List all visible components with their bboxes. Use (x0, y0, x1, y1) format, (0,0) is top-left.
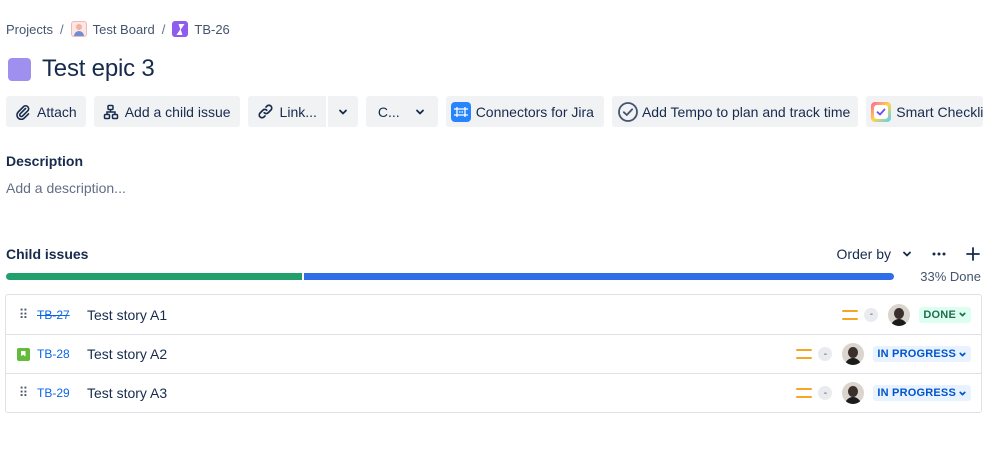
add-child-button[interactable] (965, 246, 981, 262)
breadcrumb-issue[interactable]: TB-26 (172, 21, 230, 37)
assignee-avatar[interactable] (842, 343, 865, 365)
link-button[interactable]: Link... (247, 96, 326, 127)
breadcrumb-projects[interactable]: Projects (6, 22, 53, 37)
title-row: Test epic 3 (8, 55, 155, 83)
link-label: Link... (279, 103, 317, 120)
smart-checklist-label: Smart Checkli (896, 103, 984, 120)
status-label: DONE (923, 308, 956, 321)
child-issues-actions: Order by (837, 246, 981, 262)
chevron-down-icon (339, 109, 347, 114)
status-label: IN PROGRESS (877, 387, 956, 399)
create-menu-button[interactable]: C... (365, 96, 438, 127)
connectors-for-jira-button[interactable]: Connectors for Jira (445, 96, 604, 127)
hierarchy-icon (103, 104, 118, 119)
order-by-label: Order by (836, 246, 891, 262)
create-menu-label: C... (377, 103, 400, 120)
link-split-button: Link... (247, 96, 358, 127)
page-title[interactable]: Test epic 3 (42, 55, 155, 83)
progress-bar (6, 272, 894, 280)
issue-summary[interactable]: Test story A3 (87, 385, 167, 401)
priority-medium-icon (796, 349, 813, 359)
assignee-avatar[interactable] (888, 303, 911, 326)
chevron-down-icon (903, 251, 911, 257)
estimate-badge[interactable]: - (818, 347, 833, 361)
more-actions-button[interactable] (931, 246, 947, 262)
issue-key-link[interactable]: TB-28 (37, 347, 87, 361)
child-issues-progress: 33% Done (6, 268, 981, 284)
issue-meta: - DONE (842, 303, 981, 326)
connectors-app-icon (450, 101, 471, 122)
breadcrumb-board[interactable]: Test Board (70, 21, 155, 37)
checklist-app-icon (871, 101, 892, 122)
progress-label: 33% Done (920, 268, 981, 284)
issue-key-link[interactable]: TB-29 (37, 386, 87, 400)
progress-bar-done-segment (6, 272, 302, 280)
breadcrumb-projects-label: Projects (6, 21, 53, 37)
attach-label: Attach (37, 103, 77, 120)
chevron-down-icon (959, 352, 966, 356)
add-child-issue-button[interactable]: Add a child issue (93, 96, 240, 127)
description-field[interactable]: Add a description... (6, 180, 126, 196)
breadcrumb-separator: / (59, 21, 64, 37)
chevron-down-icon (959, 312, 966, 317)
connectors-for-jira-label: Connectors for Jira (475, 103, 594, 120)
epic-icon (172, 21, 189, 37)
issue-key-link[interactable]: TB-27 (37, 308, 87, 322)
paperclip-icon (16, 104, 30, 120)
child-issues-heading: Child issues (6, 246, 89, 262)
story-icon (16, 347, 30, 361)
breadcrumb-board-label: Test Board (92, 21, 155, 37)
priority-medium-icon (842, 309, 859, 320)
breadcrumb-separator: / (161, 21, 166, 37)
table-row[interactable]: ⠿ TB-29 Test story A3 - IN PROGRESS (6, 373, 981, 412)
table-row[interactable]: ⠿ TB-27 Test story A1 - DONE (6, 295, 981, 334)
attach-button[interactable]: Attach (6, 96, 86, 127)
issue-summary[interactable]: Test story A1 (87, 307, 167, 323)
issue-meta: - IN PROGRESS (796, 343, 981, 365)
estimate-badge[interactable]: - (864, 307, 879, 322)
description-heading: Description (6, 153, 84, 169)
issue-meta: - IN PROGRESS (796, 382, 981, 404)
child-issues-list: ⠿ TB-27 Test story A1 - DONE TB-28 Test … (5, 294, 982, 413)
status-label: IN PROGRESS (877, 348, 956, 360)
breadcrumb-issue-key: TB-26 (194, 21, 230, 37)
smart-checklist-button[interactable]: Smart Checkli (866, 96, 984, 127)
progress-bar-remaining-segment (303, 272, 894, 280)
estimate-badge[interactable]: - (818, 386, 833, 400)
drag-handle-icon[interactable]: ⠿ (16, 307, 30, 322)
epic-color-icon[interactable] (8, 57, 31, 81)
order-by-dropdown[interactable]: Order by (837, 246, 913, 262)
status-dropdown[interactable]: IN PROGRESS (873, 385, 971, 401)
link-icon (257, 104, 273, 119)
assignee-avatar[interactable] (842, 382, 865, 404)
toolbar: Attach Add a child issue Link... C... Co… (6, 96, 999, 127)
child-issues-header: Child issues Order by (6, 245, 981, 263)
plus-icon (966, 247, 980, 261)
priority-medium-icon (796, 388, 813, 398)
table-row[interactable]: TB-28 Test story A2 - IN PROGRESS (6, 334, 981, 373)
chevron-down-icon (959, 391, 966, 395)
chevron-down-icon (415, 109, 424, 114)
drag-handle-icon[interactable]: ⠿ (16, 385, 30, 400)
status-dropdown[interactable]: DONE (919, 306, 971, 323)
add-child-issue-label: Add a child issue (124, 103, 231, 120)
check-circle-icon (618, 101, 638, 122)
status-dropdown[interactable]: IN PROGRESS (873, 346, 971, 362)
add-tempo-button[interactable]: Add Tempo to plan and track time (611, 96, 859, 127)
breadcrumb: Projects / Test Board / TB-26 (6, 19, 230, 39)
more-icon (932, 252, 946, 256)
add-tempo-label: Add Tempo to plan and track time (641, 103, 851, 120)
board-avatar-icon (70, 21, 87, 37)
issue-summary[interactable]: Test story A2 (87, 346, 167, 362)
link-dropdown-button[interactable] (327, 96, 358, 127)
